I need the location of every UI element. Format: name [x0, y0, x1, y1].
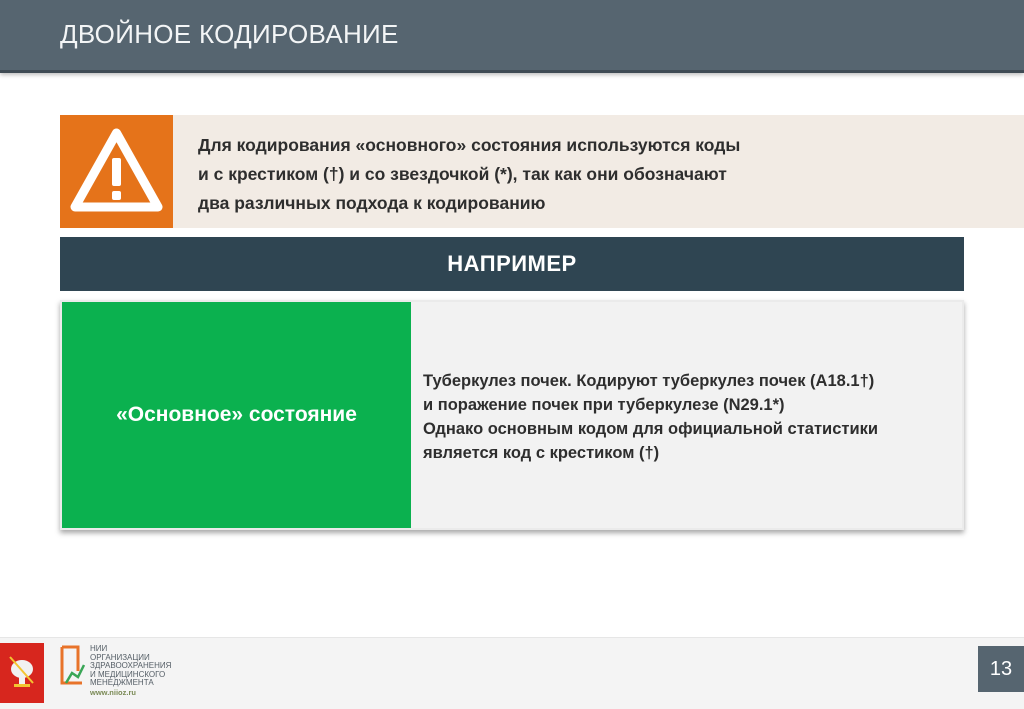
slide: ДВОЙНОЕ КОДИРОВАНИЕ Для кодирования «осн… — [0, 0, 1024, 709]
example-term-cell: «Основное» состояние — [62, 302, 411, 528]
example-header-bar: НАПРИМЕР — [60, 237, 964, 291]
example-description-cell: Туберкулез почек. Кодируют туберкулез по… — [411, 302, 962, 528]
logo-line: МЕНЕДЖМЕНТА — [90, 678, 154, 687]
warning-icon-box — [60, 115, 173, 228]
niioz-url: www.niioz.ru — [90, 688, 136, 697]
warning-text: Для кодирования «основного» состояния ис… — [198, 131, 998, 218]
moscow-coat-of-arms-icon — [0, 643, 44, 703]
example-description-line: и поражение почек при туберкулезе (N29.1… — [423, 396, 785, 414]
example-description-line: Однако основным кодом для официальной ст… — [423, 420, 878, 438]
warning-line: Для кодирования «основного» состояния ис… — [198, 135, 741, 155]
niioz-logo-icon — [60, 645, 86, 685]
example-table: «Основное» состояние Туберкулез почек. К… — [60, 300, 964, 530]
page-number: 13 — [978, 646, 1024, 692]
example-term-label: «Основное» состояние — [116, 403, 357, 426]
niioz-logo-text: НИИ ОРГАНИЗАЦИИ ЗДРАВООХРАНЕНИЯ И МЕДИЦИ… — [90, 644, 210, 688]
example-label: НАПРИМЕР — [447, 251, 577, 276]
example-description-line: Туберкулез почек. Кодируют туберкулез по… — [423, 372, 875, 390]
warning-triangle-icon — [70, 128, 163, 212]
header-bar: ДВОЙНОЕ КОДИРОВАНИЕ — [0, 0, 1024, 73]
page-title: ДВОЙНОЕ КОДИРОВАНИЕ — [60, 19, 399, 49]
warning-line: и с крестиком (†) и со звездочкой (*), т… — [198, 164, 727, 184]
example-description-text: Туберкулез почек. Кодируют туберкулез по… — [423, 369, 953, 465]
warning-line: два различных подхода к кодированию — [198, 193, 546, 213]
warning-panel: Для кодирования «основного» состояния ис… — [60, 115, 1024, 228]
example-description-line: является код с крестиком (†) — [423, 444, 660, 462]
